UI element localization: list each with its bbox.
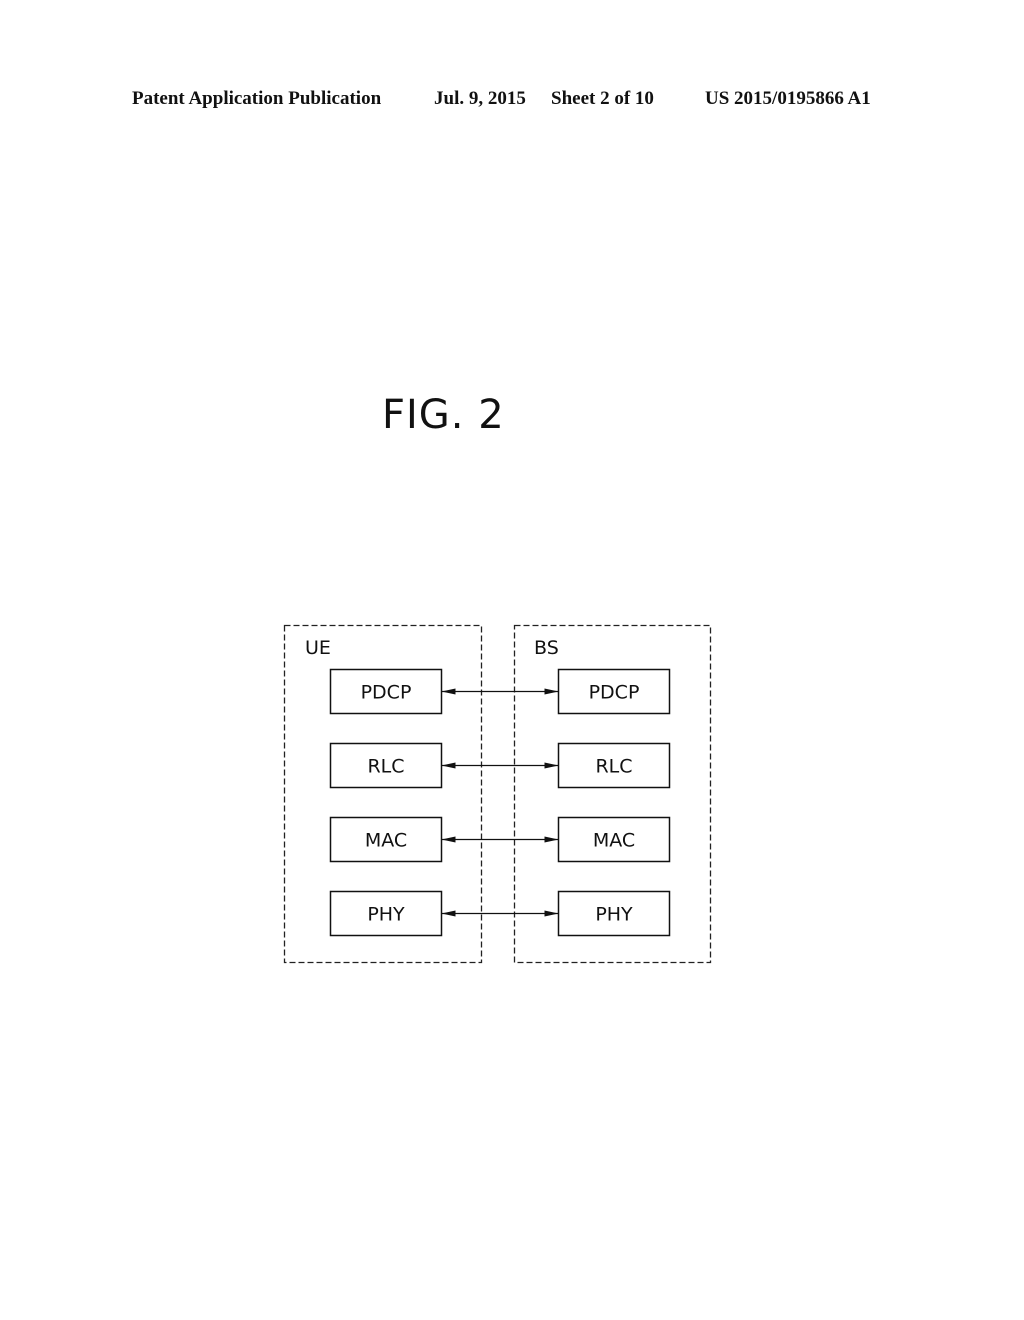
layer-label-bs-mac: MAC xyxy=(593,830,635,852)
layer-label-ue-pdcp: PDCP xyxy=(361,682,412,704)
group-bs: BS PDCP RLC MAC PHY xyxy=(513,624,712,964)
group-ue: UE PDCP RLC MAC PHY xyxy=(283,624,483,964)
layer-label-ue-phy: PHY xyxy=(367,904,405,926)
layer-label-ue-rlc: RLC xyxy=(367,756,404,778)
layer-box-bs-mac: MAC xyxy=(557,816,671,863)
group-label-ue: UE xyxy=(305,637,331,659)
layer-box-bs-pdcp: PDCP xyxy=(557,668,671,715)
layer-label-bs-phy: PHY xyxy=(595,904,633,926)
layer-label-bs-pdcp: PDCP xyxy=(589,682,640,704)
protocol-stack-diagram: UE PDCP RLC MAC PHY BS PDCP RLC MAC PHY xyxy=(283,624,712,964)
layer-box-ue-rlc: RLC xyxy=(329,742,443,789)
layer-box-bs-rlc: RLC xyxy=(557,742,671,789)
layer-label-ue-mac: MAC xyxy=(365,830,407,852)
layer-box-ue-phy: PHY xyxy=(329,890,443,937)
layer-box-ue-pdcp: PDCP xyxy=(329,668,443,715)
group-label-bs: BS xyxy=(534,637,559,659)
layer-box-ue-mac: MAC xyxy=(329,816,443,863)
layer-box-bs-phy: PHY xyxy=(557,890,671,937)
layer-label-bs-rlc: RLC xyxy=(595,756,632,778)
